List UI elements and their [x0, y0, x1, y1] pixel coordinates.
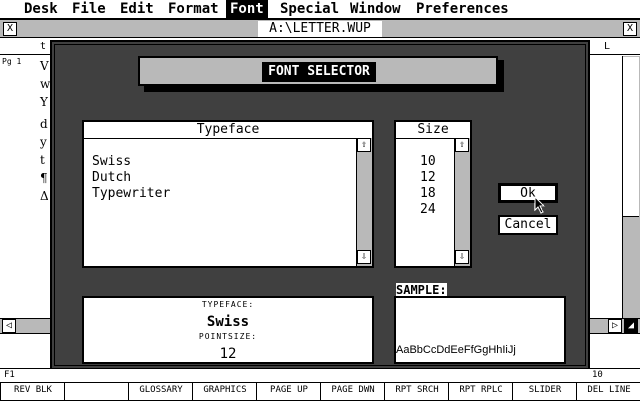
- size-scrollbar[interactable]: [454, 138, 470, 266]
- ruler-right-marker: L: [604, 41, 611, 52]
- menu-edit[interactable]: Edit: [116, 0, 158, 19]
- status-right: 10: [592, 370, 603, 380]
- typeface-item-typewriter[interactable]: Typewriter: [92, 186, 170, 202]
- typeface-scroll-up-icon[interactable]: ⇧: [357, 138, 371, 152]
- fkey-page-up[interactable]: PAGE UP: [256, 382, 322, 401]
- typeface-scrollbar[interactable]: [356, 138, 372, 266]
- scroll-left-icon[interactable]: ◁: [2, 319, 16, 333]
- menu-desk[interactable]: Desk: [20, 0, 62, 19]
- menu-bar: Desk File Edit Format Font Special Windo…: [0, 0, 640, 20]
- menu-file[interactable]: File: [68, 0, 110, 19]
- size-item-12[interactable]: 12: [420, 170, 436, 186]
- selection-info-box: TYPEFACE: Swiss POINTSIZE: 12: [82, 296, 374, 364]
- typeface-value: Swiss: [206, 314, 250, 330]
- doc-text: V: [40, 59, 49, 73]
- doc-text: y: [40, 135, 47, 149]
- typeface-scroll-down-icon[interactable]: ⇩: [357, 250, 371, 264]
- ruler-left-marker: t: [40, 41, 47, 52]
- mouse-pointer-icon: [534, 196, 546, 214]
- doc-text: t: [40, 153, 45, 167]
- doc-text: Y: [40, 95, 48, 109]
- menu-special[interactable]: Special: [276, 0, 343, 19]
- doc-text: d: [40, 117, 48, 131]
- typeface-caption: TYPEFACE:: [201, 300, 255, 309]
- size-item-24[interactable]: 24: [420, 202, 436, 218]
- doc-text: ¶: [40, 171, 48, 185]
- size-box-icon[interactable]: ◢: [624, 319, 638, 333]
- size-item-10[interactable]: 10: [420, 154, 436, 170]
- doc-text: w: [40, 77, 51, 91]
- status-left: F1: [4, 370, 15, 380]
- pointsize-caption: POINTSIZE:: [198, 332, 258, 341]
- size-item-18[interactable]: 18: [420, 186, 436, 202]
- size-scroll-up-icon[interactable]: ⇧: [455, 138, 469, 152]
- size-header: Size: [396, 122, 470, 139]
- sample-label: SAMPLE:: [396, 283, 447, 297]
- dialog-title: FONT SELECTOR: [262, 62, 376, 82]
- fkey-slider[interactable]: SLIDER: [512, 382, 578, 401]
- fkey-page-dwn[interactable]: PAGE DWN: [320, 382, 386, 401]
- typeface-item-swiss[interactable]: Swiss: [92, 154, 131, 170]
- fkey-glossary[interactable]: GLOSSARY: [128, 382, 194, 401]
- typeface-item-dutch[interactable]: Dutch: [92, 170, 131, 186]
- typeface-header: Typeface: [84, 122, 372, 139]
- sample-box: AaBbCcDdEeFfGgHhIiJj: [394, 296, 566, 364]
- pointsize-value: 12: [219, 346, 237, 362]
- fkey-graphics[interactable]: GRAPHICS: [192, 382, 258, 401]
- menu-preferences[interactable]: Preferences: [412, 0, 513, 19]
- size-scroll-down-icon[interactable]: ⇩: [455, 250, 469, 264]
- close-box-icon[interactable]: X: [3, 22, 17, 36]
- scroll-thumb[interactable]: [623, 57, 639, 217]
- window-title: A:\LETTER.WUP: [269, 21, 371, 36]
- menu-window[interactable]: Window: [346, 0, 405, 19]
- fkey-del-line[interactable]: DEL LINE: [576, 382, 640, 401]
- menu-format[interactable]: Format: [164, 0, 223, 19]
- scroll-right-icon[interactable]: ▷: [608, 319, 622, 333]
- fkey-blank[interactable]: [64, 382, 130, 401]
- doc-text: Δ: [40, 189, 49, 203]
- size-list: Size 10 12 18 24 ⇧ ⇩: [394, 120, 472, 268]
- cancel-button[interactable]: Cancel: [498, 215, 558, 235]
- full-box-icon[interactable]: X: [623, 22, 637, 36]
- fkey-rpt-srch[interactable]: RPT SRCH: [384, 382, 450, 401]
- fkey-rpt-rplc[interactable]: RPT RPLC: [448, 382, 514, 401]
- typeface-list: Typeface Swiss Dutch Typewriter ⇧ ⇩: [82, 120, 374, 268]
- sample-text: AaBbCcDdEeFfGgHhIiJj: [396, 344, 516, 356]
- ok-button[interactable]: Ok: [498, 183, 558, 203]
- fkey-rev-blk[interactable]: REV BLK: [0, 382, 66, 401]
- page-indicator: Pg 1: [2, 57, 22, 66]
- menu-font[interactable]: Font: [226, 0, 268, 19]
